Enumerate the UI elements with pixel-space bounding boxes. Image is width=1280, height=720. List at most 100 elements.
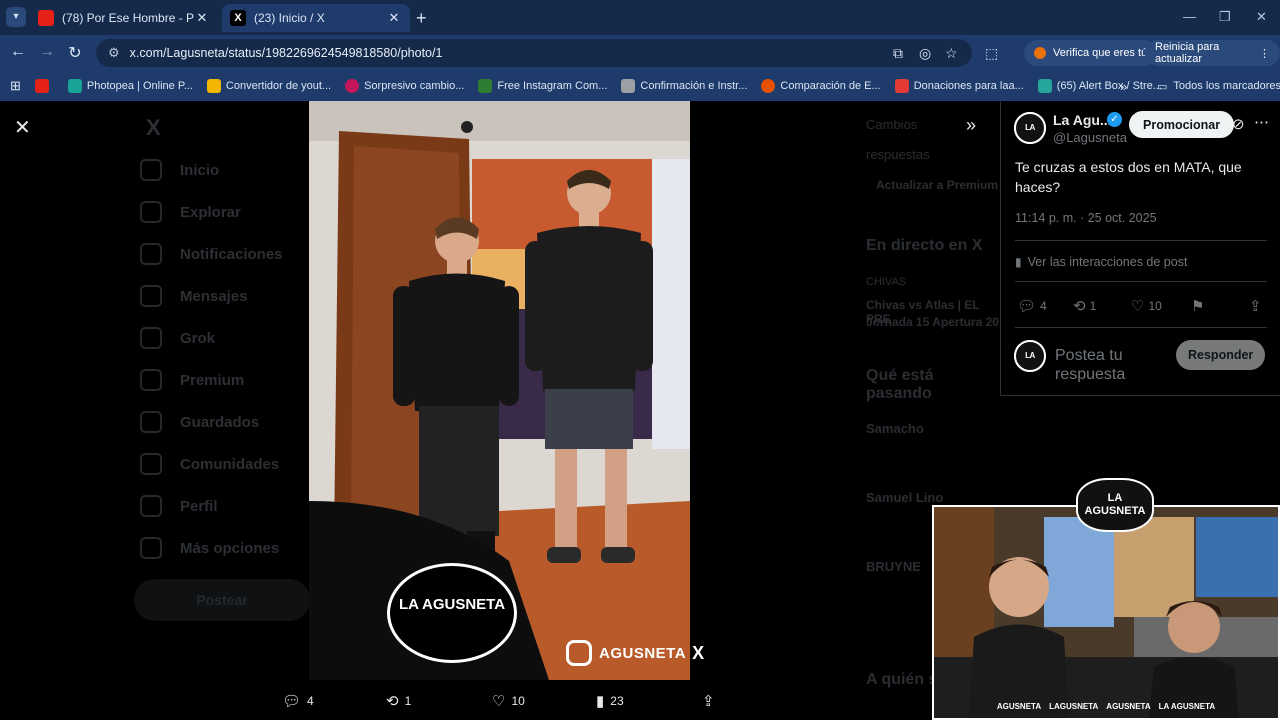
reply-button[interactable]: Responder bbox=[1176, 340, 1266, 370]
streamer-logo-text: LA AGUSNETA bbox=[1076, 478, 1154, 532]
bookmark-youtube[interactable] bbox=[34, 79, 54, 93]
address-bar[interactable]: ⚙ x.com/Lagusneta/status/198226962454981… bbox=[96, 39, 972, 67]
dim-text: En directo en X bbox=[866, 237, 983, 254]
repost-action[interactable]: ⟲ 1 bbox=[386, 692, 411, 710]
reply-input[interactable]: Postea tu respuesta bbox=[1055, 346, 1173, 382]
back-icon[interactable]: ← bbox=[8, 43, 28, 61]
avatar-monogram: LA bbox=[1014, 112, 1046, 144]
close-viewer-icon[interactable]: ✕ bbox=[14, 115, 31, 140]
site-info-icon[interactable]: ⚙ bbox=[108, 45, 120, 61]
webcam-illustration bbox=[934, 507, 1278, 718]
bookmark-item[interactable]: Donaciones para laa... bbox=[894, 79, 1024, 93]
bookmark-item[interactable]: Free Instagram Com... bbox=[478, 79, 607, 93]
close-tab-icon[interactable]: ✕ bbox=[386, 10, 402, 26]
like-count: 10 bbox=[511, 694, 525, 708]
mail-icon bbox=[140, 285, 162, 307]
like-action[interactable]: ♡ 10 bbox=[492, 692, 525, 710]
bookmark-item[interactable]: (65) Alert Box / Stre... bbox=[1037, 79, 1162, 93]
reload-icon[interactable]: ↻ bbox=[65, 43, 85, 63]
reply-icon: 💬︎ bbox=[1017, 298, 1037, 315]
bookmark-item[interactable]: Comparación de E... bbox=[761, 79, 881, 93]
photopea-icon bbox=[67, 79, 82, 93]
reply-action[interactable]: 💬︎ 4 bbox=[1017, 297, 1047, 315]
minimize-icon[interactable]: — bbox=[1183, 9, 1196, 24]
more-vertical-icon[interactable]: ⋮ bbox=[1259, 47, 1270, 60]
dim-text: Cambios bbox=[866, 117, 918, 132]
nav-label: Mensajes bbox=[180, 287, 248, 305]
bookmark-label: Donaciones para laa... bbox=[913, 80, 1024, 92]
browser-chrome: ▾ (78) Por Ese Hombre - Pimpinel ✕ X (23… bbox=[0, 0, 1280, 101]
media-action-bar: 💬︎ 4 ⟲ 1 ♡ 10 ▮ 23 ⇪ bbox=[280, 686, 720, 716]
more-bookmarks-icon[interactable]: » bbox=[1120, 79, 1127, 94]
tab-youtube[interactable]: (78) Por Ese Hombre - Pimpinel ✕ bbox=[30, 4, 218, 32]
author-handle[interactable]: @Lagusneta bbox=[1053, 130, 1127, 145]
share-action[interactable]: ⇪ bbox=[1249, 297, 1266, 315]
all-bookmarks[interactable]: ▭ Todos los marcadores bbox=[1157, 80, 1280, 93]
close-tab-icon[interactable]: ✕ bbox=[194, 10, 210, 26]
view-count: 23 bbox=[610, 694, 624, 708]
promote-button[interactable]: Promocionar bbox=[1129, 111, 1235, 138]
nav-label: Guardados bbox=[180, 413, 260, 431]
tracking-protection-icon[interactable]: ◎ bbox=[919, 45, 931, 62]
bookmark-item[interactable]: Convertidor de yout... bbox=[206, 79, 331, 93]
post-timestamp[interactable]: 11:14 p. m. · 25 oct. 2025 bbox=[1015, 211, 1157, 225]
bookmark-label: Confirmación e Instr... bbox=[640, 80, 748, 92]
analytics-icon: ▮ bbox=[1015, 255, 1022, 269]
nav-bookmarks: Guardados bbox=[140, 411, 259, 433]
youtube-icon bbox=[38, 10, 54, 26]
tab-strip: ▾ (78) Por Ese Hombre - Pimpinel ✕ X (23… bbox=[0, 0, 1280, 35]
reply-action[interactable]: 💬︎ 4 bbox=[282, 692, 314, 710]
bookmark-item[interactable]: Sorpresivo cambio... bbox=[345, 79, 464, 93]
extensions-icon[interactable]: ⬚ bbox=[985, 45, 998, 62]
bookmark-action[interactable]: ⚑ bbox=[1191, 297, 1208, 315]
dim-text: Actualizar a Premium bbox=[876, 178, 999, 192]
post-interactions-link[interactable]: ▮ Ver las interacciones de post bbox=[1015, 255, 1187, 269]
folder-icon: ▭ bbox=[1157, 80, 1168, 93]
verify-button[interactable]: Verifica que eres tú bbox=[1024, 40, 1158, 66]
apps-grid-icon[interactable]: ⊞ bbox=[10, 78, 21, 94]
watermark-brand: LA AGUSNETA bbox=[398, 596, 506, 613]
dimmed-sidebar: X Inicio Explorar Notificaciones Mensaje… bbox=[134, 101, 320, 720]
post-photo[interactable]: LA AGUSNETA bbox=[309, 101, 690, 680]
home-icon bbox=[140, 159, 162, 181]
tab-x[interactable]: X (23) Inicio / X ✕ bbox=[222, 4, 410, 32]
bookmark-item[interactable]: Confirmación e Instr... bbox=[621, 79, 747, 93]
views-action[interactable]: ▮ 23 bbox=[596, 692, 624, 710]
expand-panel-icon[interactable]: » bbox=[966, 115, 976, 136]
repost-icon: ⟲ bbox=[1073, 298, 1086, 315]
grok-icon bbox=[140, 327, 162, 349]
x-logo-icon: X bbox=[146, 115, 161, 140]
grok-icon[interactable]: ⊘ bbox=[1232, 115, 1245, 133]
bookmark-star-icon[interactable]: ☆ bbox=[945, 45, 958, 62]
instagram-watermark: AGUSNETA X bbox=[566, 640, 705, 666]
streamer-socials: AGUSNETA LAGUSNETA AGUSNETA LA AGUSNETA bbox=[934, 696, 1278, 716]
repost-action[interactable]: ⟲ 1 bbox=[1073, 297, 1096, 315]
more-circle-icon bbox=[140, 537, 162, 559]
share-action[interactable]: ⇪ bbox=[702, 692, 721, 710]
author-avatar[interactable]: LA bbox=[1014, 112, 1046, 144]
alertbox-icon bbox=[1037, 79, 1052, 93]
nav-label: Más opciones bbox=[180, 539, 280, 557]
youtube-icon bbox=[34, 79, 49, 93]
instagram-icon bbox=[566, 640, 592, 666]
new-tab-icon[interactable]: + bbox=[416, 8, 427, 29]
tab-search-button[interactable]: ▾ bbox=[6, 7, 26, 27]
share-icon: ⇪ bbox=[702, 693, 715, 710]
author-name[interactable]: La Agu... bbox=[1053, 112, 1112, 128]
close-window-icon[interactable]: ✕ bbox=[1256, 9, 1267, 25]
converter-icon bbox=[206, 79, 221, 93]
restore-icon[interactable]: ❐ bbox=[1219, 9, 1231, 25]
tab-title: (78) Por Ese Hombre - Pimpinel bbox=[62, 11, 194, 25]
restart-update-button[interactable]: Reinicia para actualizar ⋮ bbox=[1145, 40, 1280, 66]
streamer-logo: LA AGUSNETA bbox=[1074, 474, 1156, 534]
like-action[interactable]: ♡ 10 bbox=[1131, 297, 1162, 315]
bookmark-label: Comparación de E... bbox=[780, 80, 881, 92]
restart-label: Reinicia para actualizar bbox=[1155, 41, 1220, 65]
forward-icon[interactable]: → bbox=[37, 43, 57, 61]
webcam-overlay: AGUSNETA LAGUSNETA AGUSNETA LA AGUSNETA bbox=[932, 505, 1280, 720]
nav-profile: Perfil bbox=[140, 495, 218, 517]
social-youtube: LA AGUSNETA bbox=[1158, 701, 1216, 711]
more-horizontal-icon[interactable]: ⋯ bbox=[1254, 113, 1269, 131]
bookmark-item[interactable]: Photopea | Online P... bbox=[67, 79, 193, 93]
install-app-icon[interactable]: ⧉ bbox=[893, 45, 903, 62]
